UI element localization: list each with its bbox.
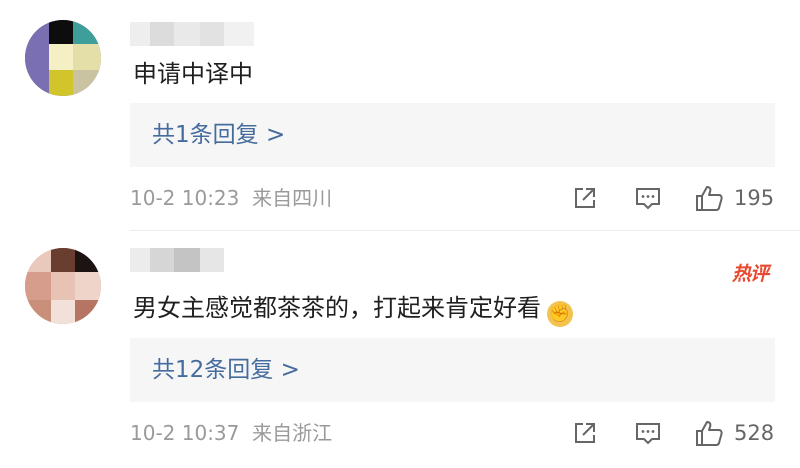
- comment-icon[interactable]: [633, 418, 663, 448]
- comment-item: 申请中译中 共1条回复 > 10-2 10:23 来自四川 195: [0, 0, 800, 231]
- comment-meta: 10-2 10:23 来自四川: [130, 184, 332, 212]
- share-icon[interactable]: [570, 183, 600, 213]
- view-replies-link[interactable]: 共1条回复 >: [152, 120, 285, 150]
- like-count: 195: [734, 186, 775, 210]
- comment-time: 10-2 10:23: [130, 186, 240, 210]
- username-obscured[interactable]: [130, 22, 270, 46]
- comment-text-content: 男女主感觉都茶茶的，打起来肯定好看: [133, 294, 541, 322]
- comment-time: 10-2 10:37: [130, 421, 240, 445]
- replies-box[interactable]: 共12条回复 >: [130, 338, 775, 402]
- comment-icon[interactable]: [633, 183, 663, 213]
- username-obscured[interactable]: [130, 248, 230, 272]
- replies-box[interactable]: 共1条回复 >: [130, 103, 775, 167]
- share-icon[interactable]: [570, 418, 600, 448]
- comment-text: 申请中译中: [133, 60, 253, 88]
- comment-item: 热评 男女主感觉都茶茶的，打起来肯定好看 ✊ 共12条回复 > 10-2 10:3…: [0, 231, 800, 468]
- comment-text: 男女主感觉都茶茶的，打起来肯定好看 ✊: [133, 293, 573, 327]
- like-icon[interactable]: [694, 183, 724, 213]
- comment-meta: 10-2 10:37 来自浙江: [130, 419, 332, 447]
- avatar[interactable]: [25, 20, 101, 96]
- comment-location: 来自四川: [252, 186, 333, 210]
- view-replies-link[interactable]: 共12条回复 >: [152, 355, 300, 385]
- hot-comment-badge: 热评: [731, 263, 769, 285]
- avatar[interactable]: [25, 248, 101, 324]
- like-icon[interactable]: [694, 418, 724, 448]
- like-count: 528: [734, 421, 775, 445]
- comment-location: 来自浙江: [252, 421, 333, 445]
- punch-emoji-icon: ✊: [547, 301, 573, 327]
